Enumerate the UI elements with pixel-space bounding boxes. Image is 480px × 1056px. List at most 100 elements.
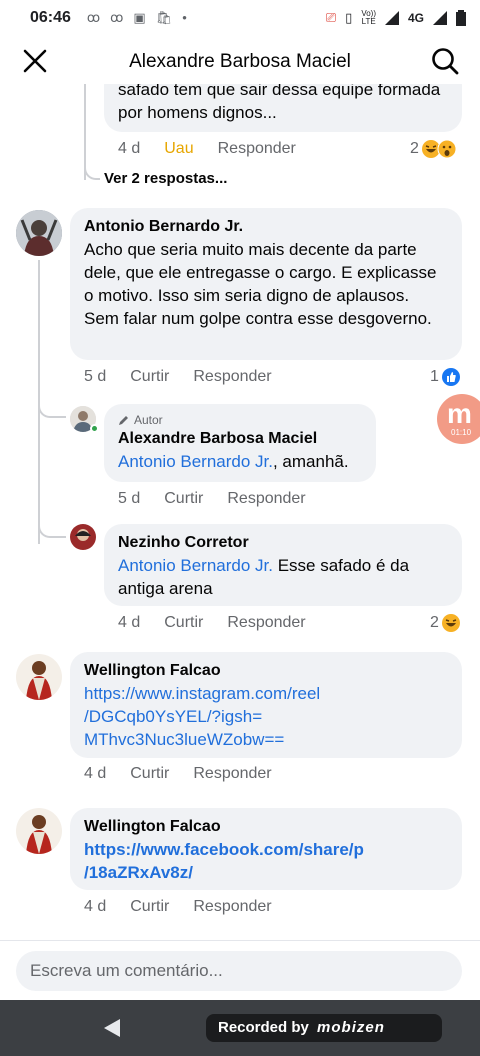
like-button[interactable]: Curtir — [164, 614, 203, 632]
comment-actions: 5 d Curtir Responder — [84, 368, 296, 386]
link-notification-icon: ꝏ — [110, 10, 124, 25]
comment-time: 4 d — [118, 614, 141, 631]
author-badge: Autor — [118, 412, 362, 428]
cast-icon: ⎚ — [325, 10, 337, 25]
recording-watermark: Recorded by mobizen — [206, 1014, 442, 1042]
vibrate-icon: ▯ — [345, 10, 353, 25]
mention-link[interactable]: Antonio Bernardo Jr. — [118, 556, 273, 575]
page-title: Alexandre Barbosa Maciel — [129, 51, 351, 72]
more-dot-icon: • — [182, 10, 187, 25]
avatar-image — [16, 808, 62, 854]
reply-button[interactable]: Responder — [193, 368, 271, 386]
reply-button[interactable]: Responder — [227, 614, 305, 632]
comment-time: 5 d — [84, 368, 107, 385]
comment-bubble[interactable]: Antonio Bernardo Jr. Acho que seria muit… — [70, 208, 462, 360]
wow-emoji-icon — [437, 139, 457, 159]
close-icon[interactable] — [22, 48, 48, 74]
system-icons: ⎚ ▯ Vo)) LTE 4G — [326, 10, 466, 26]
mention-link[interactable]: Antonio Bernardo Jr. — [118, 452, 273, 471]
reaction-label-button[interactable]: Uau — [164, 140, 193, 158]
back-icon[interactable] — [104, 1019, 120, 1037]
comment-link[interactable]: https://www.facebook.com/share/p /18aZRx… — [84, 838, 448, 884]
avatar-image — [70, 524, 96, 550]
reaction-summary[interactable]: 2 — [410, 139, 457, 159]
system-nav-bar: Recorded by mobizen — [0, 1000, 480, 1056]
volte-icon: Vo)) LTE — [361, 9, 376, 26]
online-dot — [90, 424, 99, 433]
like-button[interactable]: Curtir — [130, 898, 169, 916]
comment-input[interactable]: Escreva um comentário... — [16, 951, 462, 991]
comment-actions: 4 d Curtir Responder — [118, 614, 330, 632]
network-type: 4G — [407, 11, 424, 25]
recorder-brand: mobizen — [317, 1019, 385, 1036]
link-line[interactable]: https://www.instagram.com/reel — [84, 684, 320, 703]
reply-button[interactable]: Responder — [227, 490, 305, 508]
reply-button[interactable]: Responder — [193, 898, 271, 916]
comment-text: safado tem que sair dessa equipe formada… — [118, 84, 441, 122]
reaction-summary[interactable]: 2 — [430, 613, 461, 633]
comment-actions: 4 d Uau Responder — [118, 140, 320, 158]
avatar[interactable] — [16, 654, 62, 700]
link-line[interactable]: MThvc3Nuc3lueWZobw== — [84, 730, 284, 749]
signal-icon — [433, 11, 447, 25]
recorder-logo-icon: m — [447, 398, 472, 429]
like-button[interactable]: Curtir — [130, 765, 169, 783]
comment-actions: 4 d Curtir Responder — [84, 765, 296, 783]
battery-icon — [456, 10, 466, 26]
comment-author[interactable]: Alexandre Barbosa Maciel — [118, 428, 362, 450]
clock: 06:46 — [30, 9, 71, 26]
comment-bubble[interactable]: Wellington Falcao https://www.instagram.… — [70, 652, 462, 758]
reply-button[interactable]: Responder — [193, 765, 271, 783]
avatar-image — [16, 210, 62, 256]
comment-text-body: , amanhã. — [272, 452, 349, 471]
thread-line-curve — [38, 400, 66, 418]
search-icon[interactable] — [430, 46, 460, 76]
link-line[interactable]: /18aZRxAv8z/ — [84, 863, 193, 882]
comment-time: 5 d — [118, 490, 141, 507]
recorder-timer: 01:10 — [451, 428, 472, 437]
reply-button[interactable]: Responder — [218, 140, 296, 158]
comment-actions: 5 d Curtir Responder — [118, 490, 330, 508]
signal-icon — [384, 11, 399, 25]
comment-link[interactable]: https://www.instagram.com/reel /DGCqb0Ys… — [84, 682, 448, 751]
avatar[interactable] — [16, 808, 62, 854]
comment-composer: Escreva um comentário... — [0, 940, 480, 1000]
like-button[interactable]: Curtir — [130, 368, 169, 386]
image-notification-icon: ▣ — [133, 10, 146, 25]
comment-bubble[interactable]: safado tem que sair dessa equipe formada… — [104, 84, 462, 132]
comments-feed[interactable]: safado tem que sair dessa equipe formada… — [0, 84, 480, 940]
shop-notification-icon: 🛍 — [155, 10, 173, 25]
screen-recorder-bubble[interactable]: m 01:10 — [437, 394, 480, 444]
link-line[interactable]: /DGCqb0YsYEL/?igsh= — [84, 707, 262, 726]
avatar[interactable] — [16, 210, 62, 256]
reply-bubble[interactable]: Nezinho Corretor Antonio Bernardo Jr. Es… — [104, 524, 462, 606]
comment-time: 4 d — [84, 898, 107, 915]
like-button[interactable]: Curtir — [164, 490, 203, 508]
comment-text: Antonio Bernardo Jr., amanhã. — [118, 450, 362, 473]
comment-author[interactable]: Wellington Falcao — [84, 660, 448, 682]
comment-bubble[interactable]: Wellington Falcao https://www.facebook.c… — [70, 808, 462, 890]
thread-line-curve — [84, 154, 100, 180]
link-line[interactable]: https://www.facebook.com/share/p — [84, 840, 364, 859]
comment-time: 4 d — [84, 765, 107, 782]
notification-icons: ꝏ ꝏ ▣ 🛍 • — [87, 10, 187, 26]
comment-author[interactable]: Antonio Bernardo Jr. — [84, 216, 448, 238]
pencil-icon — [119, 416, 128, 425]
comment-author[interactable]: Nezinho Corretor — [118, 532, 448, 554]
reaction-summary[interactable]: 1 — [430, 367, 461, 387]
thread-line-curve — [38, 514, 66, 538]
reaction-count: 1 — [430, 368, 439, 385]
comment-text: Acho que seria muito mais decente da par… — [84, 240, 437, 328]
reply-bubble[interactable]: Autor Alexandre Barbosa Maciel Antonio B… — [104, 404, 376, 482]
page-header: Alexandre Barbosa Maciel — [0, 40, 480, 84]
like-emoji-icon — [441, 368, 460, 386]
comment-author[interactable]: Wellington Falcao — [84, 816, 448, 838]
reaction-count: 2 — [430, 614, 439, 631]
comment-time: 4 d — [118, 140, 141, 157]
avatar-image — [16, 654, 62, 700]
see-replies-link[interactable]: Ver 2 respostas... — [104, 170, 227, 187]
haha-emoji-icon — [441, 614, 460, 632]
status-bar: 06:46 ꝏ ꝏ ▣ 🛍 • ⎚ ▯ Vo)) LTE 4G — [0, 0, 480, 36]
comment-actions: 4 d Curtir Responder — [84, 898, 296, 916]
avatar[interactable] — [70, 524, 96, 550]
